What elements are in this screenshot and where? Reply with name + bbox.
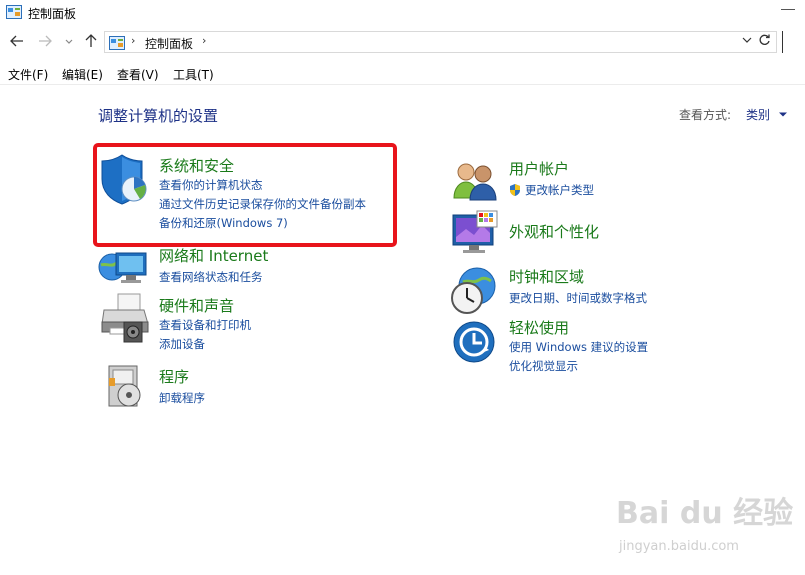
- window-title: 控制面板: [28, 7, 77, 21]
- address-dropdown-icon[interactable]: [742, 34, 752, 49]
- ease-of-access-link-2[interactable]: 优化视觉显示: [509, 358, 578, 374]
- view-by-value: 类别: [746, 108, 771, 122]
- menu-bar: 文件(F) 编辑(E) 查看(V) 工具(T): [0, 62, 805, 85]
- ease-of-access-link-1[interactable]: 使用 Windows 建议的设置: [509, 339, 648, 355]
- breadcrumb-separator-icon[interactable]: ›: [202, 34, 206, 47]
- programs-icon[interactable]: [105, 364, 145, 414]
- menu-tools[interactable]: 工具(T): [173, 66, 214, 83]
- title-bar: 控制面板: [0, 0, 805, 28]
- watermark-text: Bai du 经验: [616, 496, 794, 531]
- control-panel-icon: [109, 35, 125, 54]
- view-by-dropdown[interactable]: 类别: [746, 106, 788, 123]
- refresh-icon[interactable]: [758, 33, 771, 51]
- arrow-left-icon[interactable]: [10, 34, 24, 52]
- user-accounts-link-1[interactable]: 更改帐户类型: [525, 182, 594, 198]
- ease-of-access-icon[interactable]: [452, 320, 496, 368]
- clock-region-icon[interactable]: [449, 266, 497, 320]
- uac-shield-icon: [508, 182, 522, 201]
- watermark: Bai du 经验: [616, 488, 793, 532]
- chevron-down-icon[interactable]: [64, 34, 74, 52]
- menu-edit[interactable]: 编辑(E): [62, 66, 103, 83]
- menu-view[interactable]: 查看(V): [117, 66, 159, 83]
- hardware-sound-link-1[interactable]: 查看设备和打印机: [159, 317, 251, 333]
- address-bar[interactable]: › 控制面板 ›: [104, 31, 777, 53]
- breadcrumb-separator-icon[interactable]: ›: [131, 34, 135, 47]
- network-link-1[interactable]: 查看网络状态和任务: [159, 269, 263, 285]
- ease-of-access-title[interactable]: 轻松使用: [509, 317, 569, 338]
- highlight-box: [93, 143, 397, 247]
- programs-link-1[interactable]: 卸载程序: [159, 390, 205, 406]
- network-title[interactable]: 网络和 Internet: [159, 245, 268, 266]
- programs-title[interactable]: 程序: [159, 366, 189, 387]
- breadcrumb[interactable]: 控制面板: [145, 35, 193, 52]
- clock-region-link-1[interactable]: 更改日期、时间或数字格式: [509, 290, 647, 306]
- arrow-right-icon[interactable]: [38, 34, 52, 52]
- menu-file[interactable]: 文件(F): [8, 66, 48, 83]
- page-title: 调整计算机的设置: [98, 107, 219, 125]
- appearance-title[interactable]: 外观和个性化: [509, 221, 599, 242]
- search-input[interactable]: [782, 31, 805, 53]
- arrow-up-icon[interactable]: [84, 34, 98, 52]
- user-accounts-icon[interactable]: [452, 160, 498, 206]
- watermark-url: jingyan.baidu.com: [619, 539, 739, 554]
- chevron-down-icon: [778, 112, 787, 117]
- clock-region-title[interactable]: 时钟和区域: [509, 266, 584, 287]
- hardware-sound-link-2[interactable]: 添加设备: [159, 336, 205, 352]
- hardware-sound-title[interactable]: 硬件和声音: [159, 295, 234, 316]
- network-icon[interactable]: [98, 245, 152, 295]
- minimize-button[interactable]: [781, 9, 795, 10]
- view-by-label: 查看方式:: [679, 108, 732, 122]
- control-panel-icon: [6, 4, 22, 23]
- appearance-icon[interactable]: [451, 209, 499, 261]
- printer-icon[interactable]: [100, 292, 150, 348]
- user-accounts-title[interactable]: 用户帐户: [509, 158, 569, 179]
